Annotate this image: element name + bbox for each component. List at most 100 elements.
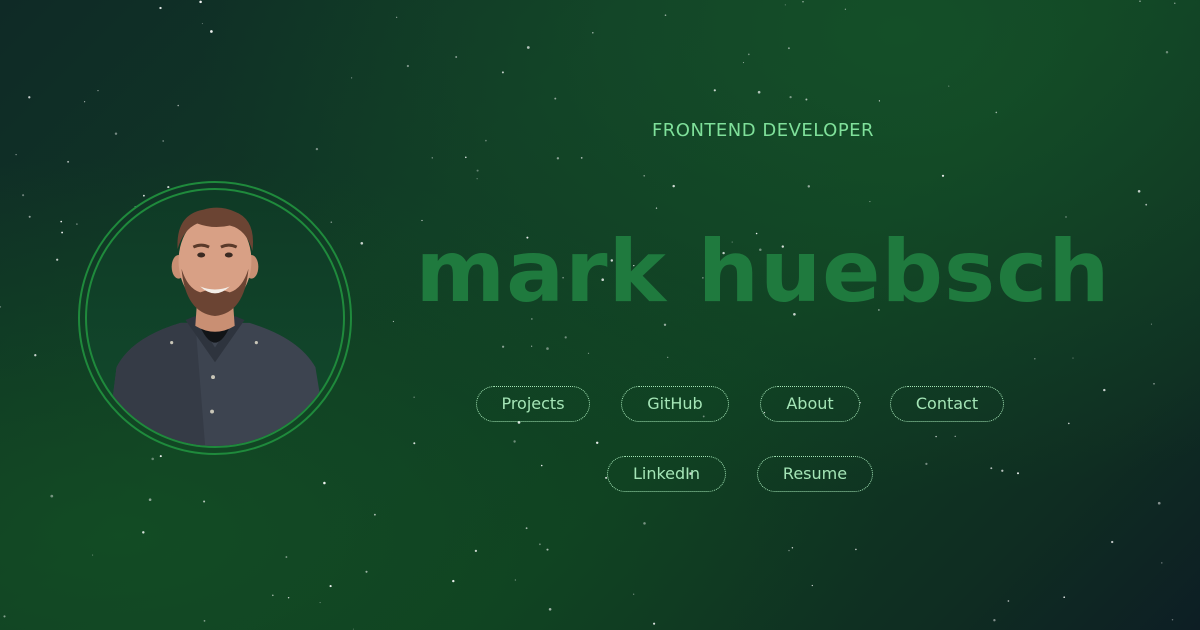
star xyxy=(757,90,761,94)
star xyxy=(352,628,354,630)
star xyxy=(995,111,998,114)
github-button[interactable]: GitHub xyxy=(621,386,729,422)
star xyxy=(365,570,368,573)
star xyxy=(525,527,528,530)
star xyxy=(878,100,881,102)
star xyxy=(556,157,560,160)
star xyxy=(476,169,479,172)
star xyxy=(373,513,376,516)
star xyxy=(1063,596,1066,599)
star xyxy=(148,498,152,502)
star xyxy=(22,194,25,197)
star xyxy=(554,97,557,100)
star xyxy=(1103,388,1106,392)
star xyxy=(162,140,165,142)
star xyxy=(50,494,54,498)
profile-photo-ring xyxy=(78,181,352,455)
star xyxy=(501,71,504,74)
star xyxy=(392,320,394,323)
star xyxy=(807,185,811,188)
star xyxy=(455,56,458,58)
star xyxy=(869,201,871,203)
star xyxy=(941,174,945,177)
star xyxy=(360,241,364,245)
job-title: FRONTEND DEVELOPER xyxy=(651,120,875,141)
star xyxy=(802,1,804,3)
star xyxy=(526,46,530,49)
star xyxy=(61,231,64,234)
star xyxy=(465,156,467,159)
star xyxy=(1067,422,1070,425)
star xyxy=(502,345,505,348)
star xyxy=(84,101,86,103)
profile-photo xyxy=(85,188,345,448)
star xyxy=(747,53,750,56)
star xyxy=(201,23,203,25)
star xyxy=(421,219,423,222)
star xyxy=(67,160,70,163)
star xyxy=(28,96,31,99)
star xyxy=(1072,357,1074,359)
projects-button[interactable]: Projects xyxy=(476,386,590,422)
star xyxy=(548,608,552,611)
star xyxy=(513,440,516,443)
star xyxy=(653,622,656,625)
star xyxy=(1145,203,1148,206)
star xyxy=(56,258,59,261)
star xyxy=(1007,600,1010,602)
star xyxy=(3,615,6,618)
star xyxy=(323,481,326,485)
star xyxy=(1016,472,1020,475)
star xyxy=(664,14,667,16)
star xyxy=(742,62,745,64)
star xyxy=(844,8,847,10)
star xyxy=(0,305,2,308)
star xyxy=(805,98,808,101)
star xyxy=(643,522,646,525)
star xyxy=(396,16,398,18)
star xyxy=(546,347,549,350)
linkedin-button[interactable]: LinkedIn xyxy=(607,456,726,492)
star xyxy=(329,585,332,588)
star xyxy=(514,579,517,581)
star xyxy=(1174,2,1176,4)
star xyxy=(15,153,17,156)
star xyxy=(159,455,162,458)
star xyxy=(663,323,667,326)
star xyxy=(789,95,792,99)
star xyxy=(1034,358,1036,360)
star xyxy=(784,4,786,6)
resume-button[interactable]: Resume xyxy=(757,456,873,492)
star xyxy=(592,32,594,34)
star xyxy=(34,354,37,357)
person-portrait-image xyxy=(106,207,329,446)
star xyxy=(271,594,274,597)
star xyxy=(143,194,145,197)
star xyxy=(1111,540,1114,544)
star xyxy=(114,132,118,135)
star xyxy=(1161,562,1163,564)
star xyxy=(1065,216,1067,218)
contact-button[interactable]: Contact xyxy=(890,386,1004,422)
star xyxy=(350,77,353,79)
star xyxy=(199,0,202,4)
star xyxy=(948,85,950,87)
star xyxy=(855,548,857,551)
star xyxy=(210,30,213,33)
star xyxy=(285,556,288,558)
star xyxy=(476,178,478,180)
star xyxy=(203,500,206,503)
star xyxy=(1137,190,1141,193)
star xyxy=(655,207,658,209)
star xyxy=(431,157,434,159)
star xyxy=(540,464,543,467)
about-button[interactable]: About xyxy=(760,386,860,422)
star xyxy=(413,396,415,398)
star xyxy=(406,64,410,68)
star xyxy=(954,435,956,437)
star xyxy=(452,579,455,583)
star xyxy=(1165,51,1169,54)
star xyxy=(151,457,154,461)
star xyxy=(935,435,937,438)
star xyxy=(925,462,928,466)
